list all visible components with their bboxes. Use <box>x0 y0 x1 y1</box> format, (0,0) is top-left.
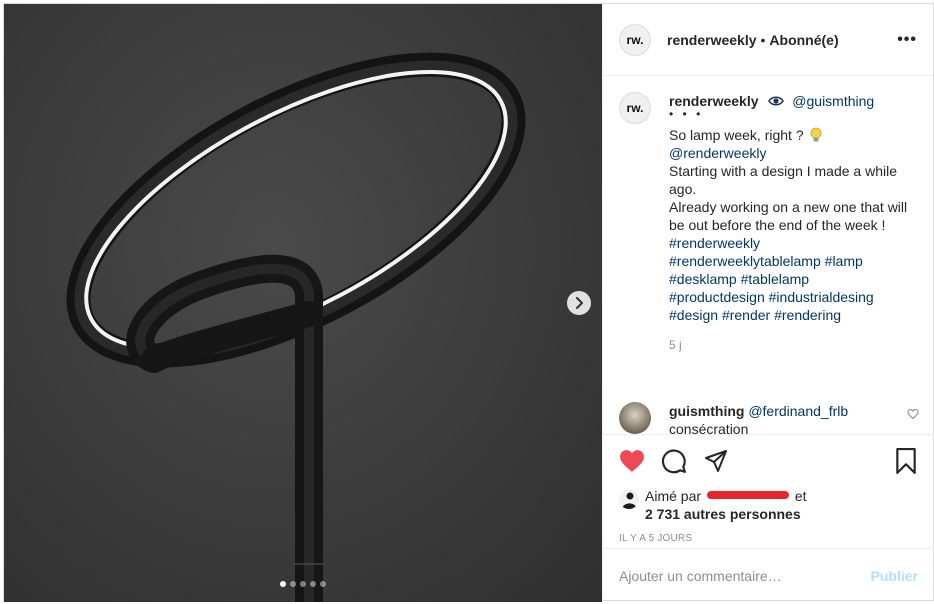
more-options-icon[interactable]: ••• <box>897 31 917 49</box>
header-separator: • <box>760 31 766 48</box>
post-side-panel: rw. renderweekly • Abonné(e) ••• rw. ren… <box>602 4 934 602</box>
liker-silhouette-icon <box>619 489 639 509</box>
heart-filled-icon <box>620 450 644 472</box>
likes-prefix: Aimé par <box>645 488 702 504</box>
action-bar <box>603 435 934 487</box>
caption-line: Already working on a new one that will b… <box>669 199 908 233</box>
commenter-username[interactable]: guismthing <box>669 403 744 419</box>
comment-body: consécration <box>669 421 749 434</box>
likes-text: Aimé par et 2 731 autres personnes <box>645 487 807 523</box>
hashtag[interactable]: #productdesign <box>669 289 765 305</box>
chevron-right-icon <box>576 297 583 309</box>
carousel-dot <box>310 581 316 587</box>
publish-button[interactable]: Publier <box>871 568 918 584</box>
comment-input[interactable] <box>619 567 871 584</box>
light-bulb-icon <box>810 127 821 142</box>
hashtag[interactable]: #rendering <box>774 307 841 323</box>
share-button[interactable] <box>703 449 729 473</box>
comment-text: guismthing @ferdinand_frlb consécration <box>669 402 848 434</box>
carousel-dot <box>320 581 326 587</box>
hashtag[interactable]: #render <box>722 307 770 323</box>
caption-line: Starting with a design I made a while ag… <box>669 163 898 197</box>
caption-text: renderweekly @guismthing • • • So lamp w… <box>669 92 918 354</box>
commenter-avatar[interactable] <box>619 402 651 434</box>
add-comment-bar: Publier <box>603 548 934 602</box>
likes-count[interactable]: 2 731 autres personnes <box>645 506 801 522</box>
caption-dots: • • • <box>669 107 704 121</box>
follow-status[interactable]: Abonné(e) <box>769 32 838 48</box>
caption-line: So lamp week, right ? <box>669 127 804 143</box>
bookmark-icon <box>896 448 916 474</box>
author-username[interactable]: renderweekly <box>667 32 757 48</box>
liker-avatar[interactable] <box>619 489 639 509</box>
carousel-indicators <box>280 581 326 587</box>
caption-mention-2[interactable]: @renderweekly <box>669 145 766 161</box>
paper-plane-icon <box>705 450 727 472</box>
instagram-post: rw. renderweekly • Abonné(e) ••• rw. ren… <box>3 3 934 602</box>
hashtag[interactable]: #renderweeklytablelamp <box>669 253 821 269</box>
caption: rw. renderweekly @guismthing • • • So la… <box>619 92 918 354</box>
post-header: rw. renderweekly • Abonné(e) ••• <box>603 4 933 76</box>
hashtags: #renderweekly #renderweeklytablelamp #la… <box>669 234 918 324</box>
comment-button[interactable] <box>661 448 687 474</box>
like-button[interactable] <box>619 449 645 473</box>
save-button[interactable] <box>894 448 918 474</box>
carousel-dot <box>290 581 296 587</box>
likes-summary: Aimé par et 2 731 autres personnes <box>603 487 934 523</box>
hashtag[interactable]: #tablelamp <box>741 271 810 287</box>
comment-mention[interactable]: @ferdinand_frlb <box>748 403 848 419</box>
post-timestamp[interactable]: IL Y A 5 JOURS <box>603 533 934 544</box>
carousel-dot <box>280 581 286 587</box>
post-image[interactable] <box>4 4 602 602</box>
post-actions-area: Aimé par et 2 731 autres personnes IL Y … <box>603 434 934 544</box>
likes-suffix: et <box>794 488 807 504</box>
comment-bubble-icon <box>661 449 686 474</box>
redacted-username <box>706 491 789 499</box>
eye-emoji-icon <box>768 96 785 106</box>
hashtag[interactable]: #lamp <box>825 253 863 269</box>
caption-time[interactable]: 5 j <box>669 336 918 354</box>
hashtag[interactable]: #desklamp <box>669 271 737 287</box>
hashtag[interactable]: #industrialdesing <box>769 289 874 305</box>
next-slide-button[interactable] <box>567 291 591 315</box>
caption-avatar[interactable]: rw. <box>619 92 651 124</box>
comment-item: guismthing @ferdinand_frlb consécration <box>619 402 919 434</box>
carousel-dot <box>300 581 306 587</box>
author-avatar[interactable]: rw. <box>619 23 651 56</box>
hashtag[interactable]: #design <box>669 307 718 323</box>
hashtag[interactable]: #renderweekly <box>669 235 760 251</box>
lamp-render <box>66 52 526 602</box>
comment-like-heart-icon[interactable] <box>907 408 919 420</box>
comments-section[interactable]: rw. renderweekly @guismthing • • • So la… <box>603 76 934 434</box>
caption-mention[interactable]: @guismthing <box>792 93 874 109</box>
